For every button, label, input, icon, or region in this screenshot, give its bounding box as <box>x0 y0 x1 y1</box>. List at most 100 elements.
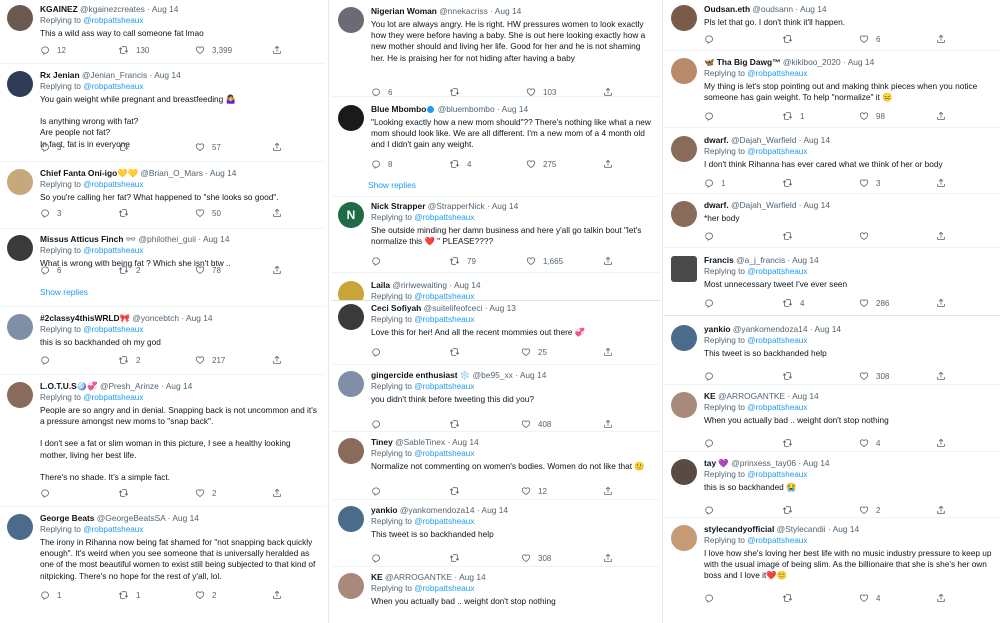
retweet-button[interactable]: 4 <box>782 297 804 309</box>
avatar[interactable] <box>671 392 697 418</box>
like-button[interactable]: 25 <box>521 346 547 358</box>
display-name[interactable]: Nick Strapper <box>371 201 425 211</box>
like-button[interactable]: 2 <box>195 487 216 499</box>
avatar[interactable] <box>7 169 33 195</box>
user-handle[interactable]: @Stylecandii <box>777 524 826 534</box>
reply-button[interactable] <box>704 110 721 122</box>
like-button[interactable]: 308 <box>521 552 551 564</box>
user-handle[interactable]: @yankomendoza14 <box>400 505 475 515</box>
user-handle[interactable]: @ARROGANTKE <box>718 391 785 401</box>
reply-button[interactable] <box>704 297 721 309</box>
reply-button[interactable] <box>371 485 388 497</box>
share-button[interactable] <box>272 207 282 219</box>
display-name[interactable]: Ceci Sofiyah <box>371 303 421 313</box>
display-name[interactable]: L.O.T.U.S🪩💞 <box>40 381 98 391</box>
tweet-date[interactable]: Aug 14 <box>172 513 199 523</box>
share-button[interactable] <box>603 158 613 170</box>
user-handle[interactable]: @suitelifeofceci <box>424 303 483 313</box>
tweet-date[interactable]: Aug 13 <box>489 303 516 313</box>
display-name[interactable]: Oudsan.eth <box>704 4 750 14</box>
retweet-button[interactable]: 1 <box>782 110 804 122</box>
display-name[interactable]: gingercide enthusiast ❄️ <box>371 370 470 380</box>
replying-to-handle[interactable]: @robpattsheaux <box>83 16 143 25</box>
user-handle[interactable]: @a_j_francis <box>736 255 785 265</box>
like-button[interactable]: 308 <box>859 370 889 382</box>
replying-to-handle[interactable]: @robpattsheaux <box>83 246 143 255</box>
replying-to-handle[interactable]: @robpattsheaux <box>83 325 143 334</box>
user-handle[interactable]: @Brian_O_Mars <box>140 168 203 178</box>
retweet-button[interactable] <box>782 177 800 189</box>
replying-to-handle[interactable]: @robpattsheaux <box>747 69 807 78</box>
display-name[interactable]: dwarf. <box>704 200 729 210</box>
retweet-button[interactable]: 2 <box>118 264 140 276</box>
avatar[interactable] <box>7 514 33 540</box>
share-button[interactable] <box>272 487 282 499</box>
avatar[interactable] <box>671 325 697 351</box>
avatar[interactable] <box>338 7 364 33</box>
avatar[interactable] <box>671 256 697 282</box>
reply-button[interactable]: 1 <box>40 589 61 601</box>
reply-button[interactable] <box>704 370 721 382</box>
share-button[interactable] <box>272 264 282 276</box>
replying-to-handle[interactable]: @robpattsheaux <box>414 449 474 458</box>
tweet-date[interactable]: Aug 14 <box>454 280 481 290</box>
share-button[interactable] <box>272 44 282 56</box>
retweet-button[interactable] <box>449 485 467 497</box>
avatar[interactable] <box>7 235 33 261</box>
reply-button[interactable] <box>371 418 388 430</box>
replying-to-handle[interactable]: @robpattsheaux <box>414 382 474 391</box>
share-button[interactable] <box>936 297 946 309</box>
tweet-date[interactable]: Aug 14 <box>459 572 486 582</box>
tweet-date[interactable]: Aug 14 <box>803 200 830 210</box>
tweet-date[interactable]: Aug 14 <box>203 234 230 244</box>
user-handle[interactable]: @Dajah_Warfield <box>731 200 796 210</box>
reply-button[interactable] <box>371 346 388 358</box>
share-button[interactable] <box>936 504 946 516</box>
reply-button[interactable]: 6 <box>40 264 61 276</box>
display-name[interactable]: Chief Fanta Oni-igo💛💛 <box>40 168 138 178</box>
avatar[interactable] <box>671 5 697 31</box>
reply-button[interactable]: 12 <box>40 44 66 56</box>
display-name[interactable]: stylecandyofficial <box>704 524 774 534</box>
retweet-button[interactable] <box>449 418 467 430</box>
tweet-date[interactable]: Aug 14 <box>814 324 841 334</box>
tweet-date[interactable]: Aug 14 <box>792 391 819 401</box>
user-handle[interactable]: @Jenian_Francis <box>82 70 147 80</box>
tweet-date[interactable]: Aug 14 <box>492 201 519 211</box>
like-button[interactable]: 1,665 <box>526 255 563 267</box>
avatar[interactable] <box>7 5 33 31</box>
retweet-button[interactable] <box>782 437 800 449</box>
retweet-button[interactable] <box>782 33 800 45</box>
tweet-date[interactable]: Aug 14 <box>210 168 237 178</box>
reply-button[interactable]: 3 <box>40 207 61 219</box>
avatar[interactable] <box>338 371 364 397</box>
avatar[interactable] <box>338 438 364 464</box>
avatar[interactable] <box>7 314 33 340</box>
like-button[interactable]: 408 <box>521 418 551 430</box>
share-button[interactable] <box>603 255 613 267</box>
retweet-button[interactable]: 79 <box>449 255 476 267</box>
display-name[interactable]: #2classy4thisWRLD🎀 <box>40 313 130 323</box>
retweet-button[interactable]: 1 <box>118 589 140 601</box>
user-handle[interactable]: @philothei_guii <box>139 234 196 244</box>
user-handle[interactable]: @prinxess_tay06 <box>731 458 796 468</box>
replying-to-handle[interactable]: @robpattsheaux <box>414 315 474 324</box>
replying-to-handle[interactable]: @robpattsheaux <box>83 525 143 534</box>
replying-to-handle[interactable]: @robpattsheaux <box>83 180 143 189</box>
reply-button[interactable] <box>371 552 388 564</box>
avatar[interactable] <box>671 459 697 485</box>
like-button[interactable]: 4 <box>859 437 880 449</box>
share-button[interactable] <box>936 437 946 449</box>
like-button[interactable]: 78 <box>195 264 221 276</box>
avatar[interactable] <box>671 136 697 162</box>
like-button[interactable]: 2 <box>195 589 216 601</box>
retweet-button[interactable] <box>118 207 136 219</box>
replying-to-handle[interactable]: @robpattsheaux <box>747 336 807 345</box>
replying-to-handle[interactable]: @robpattsheaux <box>747 403 807 412</box>
tweet-date[interactable]: Aug 14 <box>803 135 830 145</box>
user-handle[interactable]: @be95_xx <box>473 370 513 380</box>
like-button[interactable]: 286 <box>859 297 889 309</box>
tweet-date[interactable]: Aug 14 <box>152 4 179 14</box>
share-button[interactable] <box>603 346 613 358</box>
display-name[interactable]: Laila <box>371 280 390 290</box>
